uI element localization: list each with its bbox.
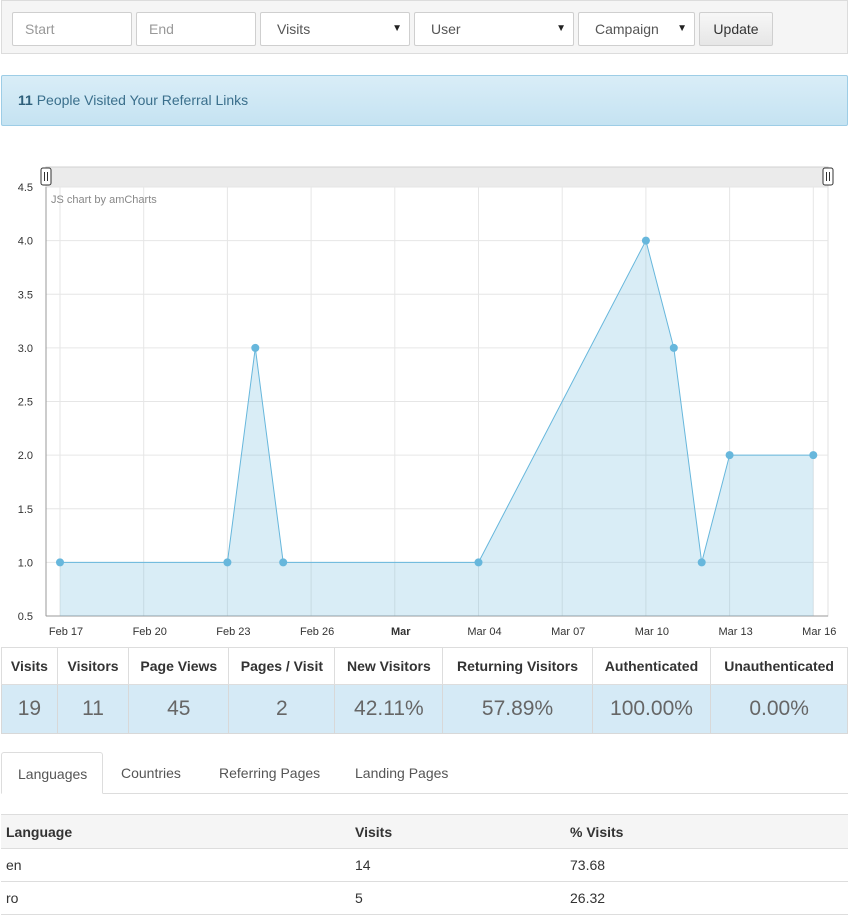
chevron-down-icon: ▼ xyxy=(392,23,402,34)
tab-languages[interactable]: Languages xyxy=(1,752,103,794)
tab-countries[interactable]: Countries xyxy=(105,752,197,794)
visitor-count: 11 xyxy=(18,92,33,108)
campaign-select-value: Campaign xyxy=(595,21,659,37)
x-tick-label: Feb 26 xyxy=(300,626,334,638)
y-tick-label: 3.5 xyxy=(18,289,33,301)
language-cell: en xyxy=(1,848,350,882)
data-point xyxy=(56,558,64,567)
chart-credit: JS chart by amCharts xyxy=(51,194,157,206)
data-point xyxy=(474,558,483,567)
x-tick-label: Mar 16 xyxy=(802,626,836,638)
summary-value-unauthenticated: 0.00% xyxy=(710,684,848,734)
summary-header-page-views: Page Views xyxy=(128,647,230,685)
data-point xyxy=(697,558,706,567)
table-row: en 14 73.68 xyxy=(1,848,848,882)
end-date-input[interactable]: End xyxy=(136,12,256,46)
languages-header-percent: % Visits xyxy=(565,814,848,849)
filter-toolbar: Start End Visits ▼ User ▼ Campaign ▼ Upd… xyxy=(1,0,848,54)
summary-value-visitors: 11 xyxy=(56,684,130,734)
x-tick-label: Mar 07 xyxy=(551,626,585,638)
summary-value-page-views: 45 xyxy=(128,684,230,734)
data-point xyxy=(669,343,678,352)
summary-header-visits: Visits xyxy=(1,647,58,685)
x-tick-label: Feb 20 xyxy=(133,626,167,638)
data-point xyxy=(251,343,260,352)
end-date-placeholder: End xyxy=(149,21,174,37)
x-tick-label: Feb 17 xyxy=(49,626,83,638)
languages-header-visits: Visits xyxy=(350,814,565,849)
data-point xyxy=(279,558,288,567)
summary-value-new-visitors: 42.11% xyxy=(334,684,444,734)
metric-select-value: Visits xyxy=(277,21,311,37)
y-tick-label: 2.0 xyxy=(18,450,33,462)
data-point xyxy=(725,451,734,460)
x-tick-label: Mar xyxy=(391,626,411,638)
languages-header-row: Language Visits % Visits xyxy=(1,814,848,849)
language-cell: ro xyxy=(1,881,350,915)
summary-header-returning-visitors: Returning Visitors xyxy=(442,647,593,685)
summary-header-unauthenticated: Unauthenticated xyxy=(710,647,848,685)
tab-landing-pages[interactable]: Landing Pages xyxy=(339,752,464,794)
visitors-banner: 11 People Visited Your Referral Links xyxy=(1,75,848,126)
y-tick-label: 2.5 xyxy=(18,397,33,409)
metric-select[interactable]: Visits ▼ xyxy=(260,12,410,46)
summary-value-visits: 19 xyxy=(1,684,58,734)
y-tick-label: 4.0 xyxy=(18,236,33,248)
user-select[interactable]: User ▼ xyxy=(414,12,574,46)
data-point xyxy=(223,558,232,567)
y-tick-label: 1.5 xyxy=(18,504,33,516)
y-tick-label: 0.5 xyxy=(18,611,33,623)
x-tick-label: Mar 10 xyxy=(635,626,669,638)
summary-value-returning-visitors: 57.89% xyxy=(442,684,593,734)
scrollbar-right-handle xyxy=(822,167,834,186)
percent-cell: 73.68 xyxy=(565,848,848,882)
start-date-input[interactable]: Start xyxy=(12,12,132,46)
report-tabs: Languages Countries Referring Pages Land… xyxy=(1,752,848,794)
summary-value-pages-per-visit: 2 xyxy=(228,684,336,734)
summary-value-row: 19 11 45 2 42.11% 57.89% 100.00% 0.00% xyxy=(1,684,848,734)
scrollbar-left-handle xyxy=(40,167,52,186)
x-tick-label: Mar 04 xyxy=(467,626,501,638)
data-point xyxy=(641,236,650,245)
summary-header-visitors: Visitors xyxy=(56,647,130,685)
summary-header-new-visitors: New Visitors xyxy=(334,647,444,685)
campaign-select[interactable]: Campaign ▼ xyxy=(578,12,695,46)
chart-scrollbar xyxy=(45,166,829,188)
y-tick-label: 1.0 xyxy=(18,557,33,569)
summary-header-authenticated: Authenticated xyxy=(591,647,712,685)
x-tick-label: Feb 23 xyxy=(216,626,250,638)
y-tick-label: 3.0 xyxy=(18,343,33,355)
chevron-down-icon: ▼ xyxy=(556,23,566,34)
visits-cell: 5 xyxy=(350,881,565,915)
user-select-value: User xyxy=(431,21,461,37)
visits-cell: 14 xyxy=(350,848,565,882)
languages-header-language: Language xyxy=(1,814,350,849)
summary-table: Visits Visitors Page Views Pages / Visit… xyxy=(1,647,848,734)
y-tick-label: 4.5 xyxy=(18,182,33,194)
visitor-banner-text: People Visited Your Referral Links xyxy=(36,92,249,108)
summary-header-row: Visits Visitors Page Views Pages / Visit… xyxy=(1,647,848,685)
x-tick-label: Mar 13 xyxy=(718,626,752,638)
tab-referring-pages[interactable]: Referring Pages xyxy=(203,752,336,794)
table-row: ro 5 26.32 xyxy=(1,881,848,915)
data-point xyxy=(809,451,818,460)
summary-header-pages-per-visit: Pages / Visit xyxy=(228,647,336,685)
percent-cell: 26.32 xyxy=(565,881,848,915)
visits-chart-svg: 0.5 1.0 1.5 2.0 2.5 3.0 3.5 4.0 4.5 Feb 17 Feb 20 F… xyxy=(18,166,836,638)
chevron-down-icon: ▼ xyxy=(677,23,687,34)
update-button[interactable]: Update xyxy=(699,12,773,46)
summary-value-authenticated: 100.00% xyxy=(591,684,712,734)
start-date-placeholder: Start xyxy=(25,21,55,37)
visits-chart: 0.5 1.0 1.5 2.0 2.5 3.0 3.5 4.0 4.5 Feb 17 Feb 20 F… xyxy=(0,160,850,644)
